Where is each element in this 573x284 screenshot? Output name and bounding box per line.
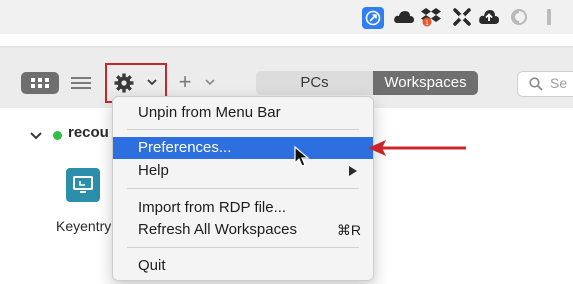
menu-item-label: Quit [138,257,166,274]
svg-text:1: 1 [425,20,429,27]
cloud-upload-icon[interactable] [478,6,500,28]
add-button[interactable]: + [174,69,196,95]
gear-icon[interactable] [113,72,135,94]
workspace-group-name[interactable]: recou [68,124,109,141]
menu-item-quit[interactable]: Quit [113,255,373,277]
menu-item-unpin[interactable]: Unpin from Menu Bar [113,102,373,124]
list-view-icon[interactable] [68,74,94,92]
menu-shortcut: ⌘R [336,222,361,238]
menu-separator [127,129,359,130]
moon-icon[interactable] [508,6,530,28]
menu-separator [127,247,359,248]
menu-item-label: Refresh All Workspaces [138,221,297,238]
settings-dropdown-menu: Unpin from Menu Bar Preferences... Help … [112,96,374,281]
menu-separator [127,188,359,189]
screen: 1 + PCs Workspaces Se recou Keyentry Unp… [0,0,573,284]
menu-bar: 1 [0,0,573,34]
cloud-icon[interactable] [393,6,415,28]
submenu-arrow-icon [349,166,357,176]
crossed-tools-icon[interactable] [451,6,473,28]
mouse-cursor-icon [294,146,310,167]
menu-item-label: Help [138,162,169,179]
menu-item-import-rdp[interactable]: Import from RDP file... [113,197,373,219]
tab-pcs[interactable]: PCs [256,71,373,95]
annotation-arrow-icon [368,140,466,156]
menu-item-label: Unpin from Menu Bar [138,104,281,121]
tab-workspaces[interactable]: Workspaces [373,71,478,95]
view-segmented-control: PCs Workspaces [256,71,478,95]
chevron-down-icon[interactable] [29,129,43,141]
chevron-down-icon[interactable] [145,75,159,89]
menu-item-label: Import from RDP file... [138,199,287,216]
menu-item-label: Preferences... [138,139,232,156]
menu-item-help[interactable]: Help [113,160,373,182]
workspace-app-label[interactable]: Keyentry [56,218,111,234]
search-placeholder: Se [550,75,568,91]
dropbox-icon[interactable]: 1 [420,6,442,28]
overflow-icon[interactable] [538,6,560,28]
status-dot [53,131,62,140]
search-input[interactable]: Se [517,71,573,97]
chevron-down-icon[interactable] [203,75,217,89]
remote-desktop-icon[interactable] [362,7,384,29]
search-icon [529,77,543,91]
menu-item-refresh-all[interactable]: Refresh All Workspaces ⌘R [113,219,373,241]
workspace-app-icon[interactable] [66,168,100,202]
tile-view-icon[interactable] [21,72,59,94]
menu-item-preferences[interactable]: Preferences... [113,137,373,159]
